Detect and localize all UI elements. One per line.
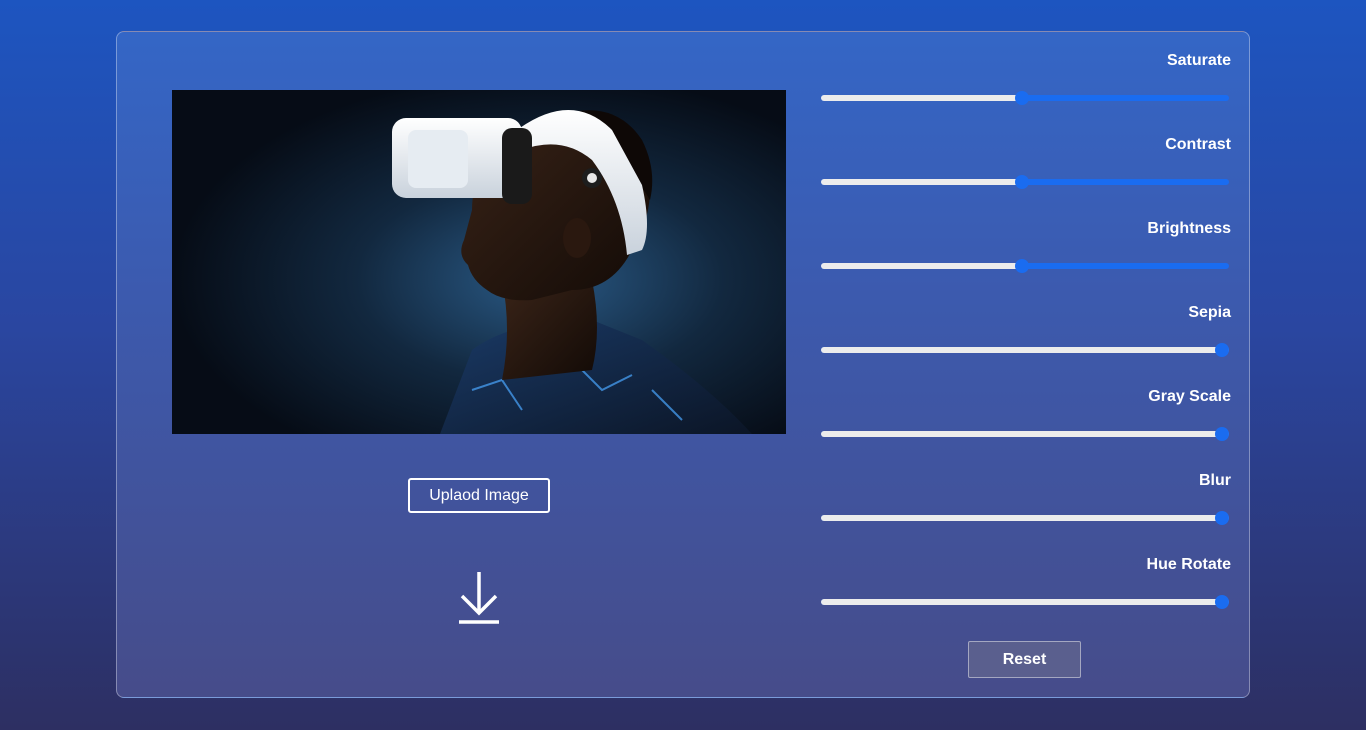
slider-fill (821, 95, 1025, 101)
slider-thumb[interactable] (1215, 427, 1229, 441)
slider-fill (821, 515, 1229, 521)
filter-slider[interactable] (821, 91, 1229, 105)
filter-slider[interactable] (821, 595, 1229, 609)
upload-image-button[interactable]: Uplaod Image (408, 478, 550, 513)
slider-thumb[interactable] (1014, 259, 1029, 273)
filter-slider[interactable] (821, 259, 1229, 273)
filter-label: Hue Rotate (1146, 556, 1231, 573)
filter-label: Saturate (1166, 52, 1231, 69)
slider-fill (821, 347, 1229, 353)
filter-row-blur: Blur (821, 472, 1231, 556)
filter-row-hue-rotate: Hue Rotate (821, 556, 1231, 640)
editor-panel: Uplaod Image Saturate Contrast Brightness S… (116, 31, 1250, 698)
reset-button[interactable]: Reset (968, 641, 1081, 678)
slider-fill (821, 599, 1229, 605)
download-icon[interactable] (458, 570, 500, 626)
filter-slider[interactable] (821, 427, 1229, 441)
filter-label: Sepia (1188, 304, 1231, 321)
slider-fill (821, 263, 1025, 269)
filter-label: Contrast (1165, 136, 1231, 153)
filter-row-contrast: Contrast (821, 136, 1231, 220)
slider-fill (821, 179, 1025, 185)
filter-label: Gray Scale (1148, 388, 1231, 405)
slider-thumb[interactable] (1014, 91, 1029, 105)
slider-thumb[interactable] (1215, 343, 1229, 357)
filter-label: Brightness (1147, 220, 1231, 237)
filter-slider[interactable] (821, 175, 1229, 189)
slider-thumb[interactable] (1014, 175, 1029, 189)
slider-thumb[interactable] (1215, 595, 1229, 609)
filter-row-sepia: Sepia (821, 304, 1231, 388)
vr-headset-photo (172, 90, 786, 434)
filter-row-gray-scale: Gray Scale (821, 388, 1231, 472)
filter-label: Blur (1199, 472, 1231, 489)
slider-thumb[interactable] (1215, 511, 1229, 525)
filter-slider[interactable] (821, 343, 1229, 357)
slider-fill (821, 431, 1229, 437)
filter-slider[interactable] (821, 511, 1229, 525)
image-preview (172, 90, 786, 434)
filter-controls: Saturate Contrast Brightness Sepia Gray Scal… (821, 52, 1231, 640)
filter-row-brightness: Brightness (821, 220, 1231, 304)
filter-row-saturate: Saturate (821, 52, 1231, 136)
